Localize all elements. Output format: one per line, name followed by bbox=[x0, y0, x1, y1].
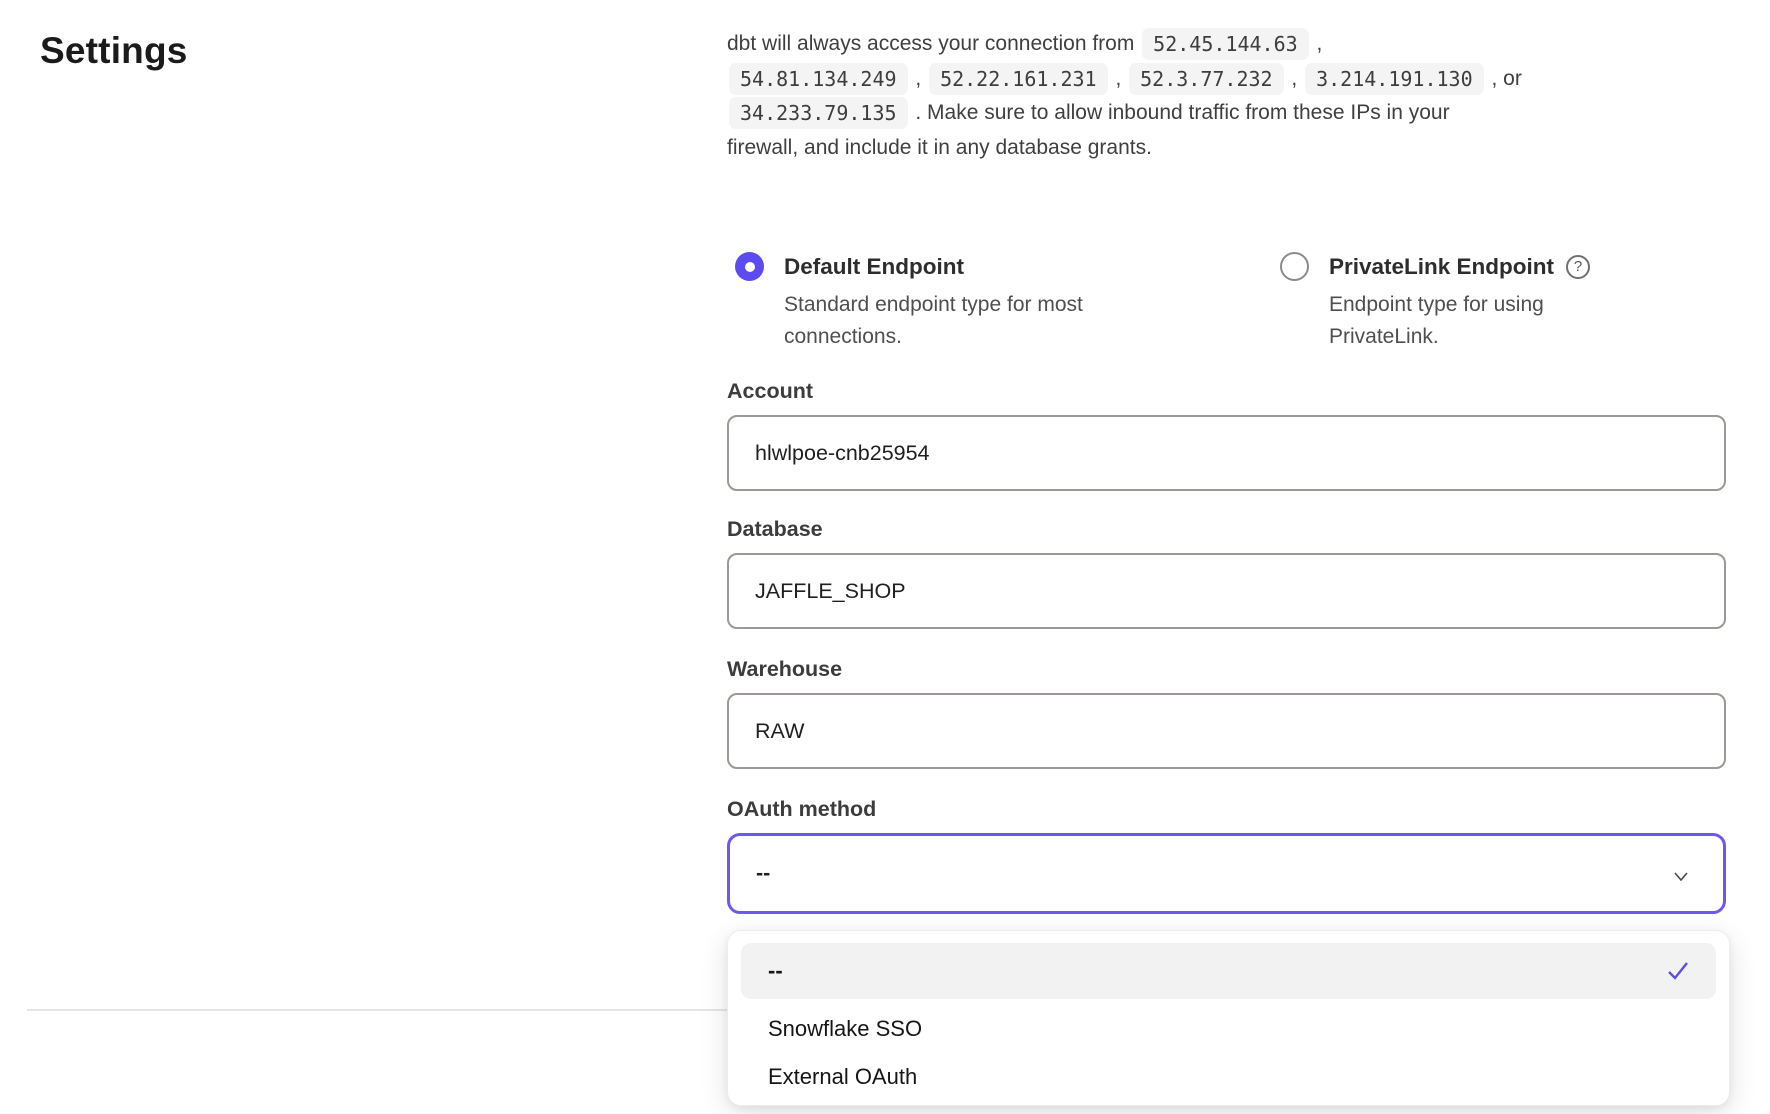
account-input[interactable] bbox=[727, 415, 1726, 491]
database-label: Database bbox=[727, 517, 823, 542]
intro-text-segment: firewall, and include it in any database… bbox=[727, 136, 1152, 160]
radio-selected-icon[interactable] bbox=[735, 252, 764, 281]
intro-text-segment: , bbox=[1110, 67, 1128, 91]
endpoint-option-label-text: PrivateLink Endpoint bbox=[1329, 254, 1554, 280]
ip-address-chip: 34.233.79.135 bbox=[729, 97, 908, 129]
account-label: Account bbox=[727, 379, 813, 404]
intro-text-segment: , bbox=[910, 67, 928, 91]
intro-line: dbt will always access your connection f… bbox=[727, 27, 1737, 62]
endpoint-option-default[interactable]: Default Endpoint Standard endpoint type … bbox=[735, 250, 1136, 352]
settings-page: Settings dbt will always access your con… bbox=[0, 0, 1770, 1114]
dropdown-option-label: -- bbox=[768, 958, 783, 984]
oauth-method-label: OAuth method bbox=[727, 797, 876, 822]
database-input[interactable] bbox=[727, 553, 1726, 629]
endpoint-option-label: Default Endpoint bbox=[784, 250, 1136, 283]
intro-text-segment: , bbox=[1311, 32, 1323, 56]
endpoint-option-description: Endpoint type for using PrivateLink. bbox=[1329, 289, 1587, 352]
oauth-method-dropdown: -- Snowflake SSO External OAuth bbox=[727, 930, 1730, 1106]
dropdown-option-snowflake-sso[interactable]: Snowflake SSO bbox=[741, 1005, 1716, 1052]
endpoint-option-privatelink[interactable]: PrivateLink Endpoint ? Endpoint type for… bbox=[1280, 250, 1590, 352]
intro-line: firewall, and include it in any database… bbox=[727, 131, 1737, 166]
oauth-method-selected-value: -- bbox=[756, 861, 770, 886]
check-icon bbox=[1665, 958, 1691, 984]
intro-text-segment: . Make sure to allow inbound traffic fro… bbox=[910, 101, 1450, 125]
warehouse-label: Warehouse bbox=[727, 657, 842, 682]
intro-text-segment: , or bbox=[1486, 67, 1522, 91]
endpoint-option-description: Standard endpoint type for most connecti… bbox=[784, 289, 1136, 352]
radio-unselected-icon[interactable] bbox=[1280, 252, 1309, 281]
ip-address-chip: 52.45.144.63 bbox=[1142, 28, 1309, 60]
intro-line: 54.81.134.249 , 52.22.161.231 , 52.3.77.… bbox=[727, 62, 1737, 97]
intro-line: 34.233.79.135 . Make sure to allow inbou… bbox=[727, 96, 1737, 131]
warehouse-input[interactable] bbox=[727, 693, 1726, 769]
oauth-method-select[interactable]: -- bbox=[727, 833, 1726, 914]
ip-address-chip: 52.3.77.232 bbox=[1129, 63, 1283, 95]
ip-address-chip: 52.22.161.231 bbox=[929, 63, 1108, 95]
intro-text-segment: dbt will always access your connection f… bbox=[727, 32, 1140, 56]
dropdown-option-label: External OAuth bbox=[768, 1064, 917, 1090]
dropdown-option-label: Snowflake SSO bbox=[768, 1016, 922, 1042]
ip-address-chip: 3.214.191.130 bbox=[1305, 63, 1484, 95]
chevron-down-icon bbox=[1669, 864, 1693, 888]
intro-text: dbt will always access your connection f… bbox=[727, 27, 1737, 165]
ip-address-chip: 54.81.134.249 bbox=[729, 63, 908, 95]
help-icon[interactable]: ? bbox=[1566, 255, 1590, 279]
endpoint-option-label: PrivateLink Endpoint ? bbox=[1329, 250, 1590, 283]
intro-text-segment: , bbox=[1286, 67, 1304, 91]
page-title: Settings bbox=[40, 30, 188, 72]
dropdown-option-none[interactable]: -- bbox=[741, 943, 1716, 999]
dropdown-option-external-oauth[interactable]: External OAuth bbox=[741, 1053, 1716, 1100]
